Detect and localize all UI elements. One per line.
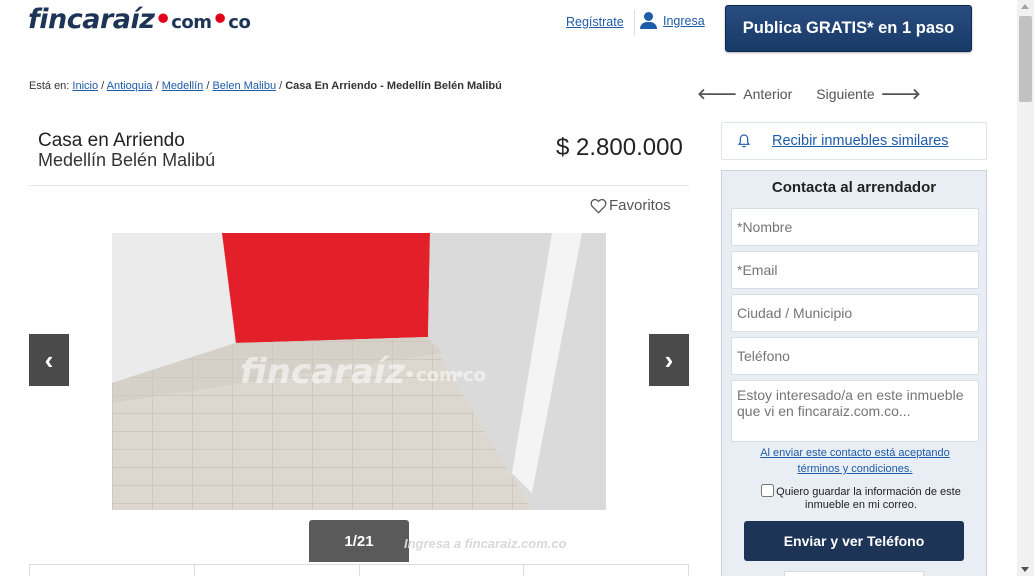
arrow-left-icon: 🡐 [697, 86, 738, 103]
listing-tab[interactable] [360, 565, 525, 576]
breadcrumb-prefix: Está en: [29, 80, 70, 92]
message-field[interactable] [731, 380, 979, 442]
chevron-left-icon: ‹ [44, 344, 54, 375]
login-link[interactable]: Ingresa [640, 12, 705, 29]
photo-watermark: fincaraíz [240, 352, 405, 392]
city-field[interactable] [731, 294, 979, 332]
name-field[interactable] [731, 208, 979, 246]
next-label: Siguiente [816, 85, 875, 102]
page-scrollbar[interactable] [1017, 0, 1034, 576]
gallery-prev-button[interactable]: ‹ [29, 334, 69, 386]
scroll-down-icon[interactable] [1021, 567, 1029, 572]
logo-co-text: co [228, 12, 251, 33]
listing-tab[interactable] [30, 565, 195, 576]
scrollbar-thumb[interactable] [1019, 16, 1032, 102]
breadcrumb-item-antioquia[interactable]: Antioquia [107, 80, 153, 92]
register-link[interactable]: Regístrate [566, 15, 624, 29]
email-field[interactable] [731, 251, 979, 289]
property-price: $ 2.800.000 [556, 134, 683, 161]
photo-counter: 1/21 [309, 520, 409, 562]
scroll-up-icon[interactable] [1021, 4, 1029, 9]
similar-listings-box[interactable]: Recibir inmuebles similares [721, 122, 987, 160]
login-label: Ingresa [663, 13, 705, 28]
previous-label: Anterior [743, 85, 793, 102]
terms-link[interactable]: Al enviar este contacto está aceptando t… [742, 445, 968, 477]
arrow-right-icon: 🡒 [880, 86, 921, 103]
gallery-next-button[interactable]: › [649, 334, 689, 386]
phone-field[interactable] [731, 337, 979, 375]
chevron-right-icon: › [664, 344, 674, 375]
logo-com-text: com [171, 12, 212, 33]
breadcrumb-item-medellin[interactable]: Medellín [162, 80, 204, 92]
similar-listings-link[interactable]: Recibir inmuebles similares [772, 133, 948, 149]
previous-link[interactable]: 🡐 Anterior [697, 84, 793, 104]
save-info-checkbox[interactable] [761, 484, 775, 497]
listing-tab[interactable] [524, 565, 688, 576]
site-logo[interactable]: fincaraíz•com•co [28, 4, 251, 35]
favorites-button[interactable]: Favoritos [590, 197, 671, 214]
breadcrumb-item-inicio[interactable]: Inicio [72, 80, 98, 92]
publish-free-button[interactable]: Publica GRATIS* en 1 paso [725, 5, 972, 52]
listing-tabs [29, 564, 689, 576]
room-photo-illustration: fincaraíz • com • co [112, 233, 606, 510]
thumbnail-watermark: Ingresa a fincaraiz.com.co [404, 536, 567, 551]
breadcrumb: Está en: Inicio / Antioquia / Medellín /… [29, 80, 502, 92]
user-icon [640, 12, 657, 29]
listing-pagination: 🡐 Anterior Siguiente 🡒 [697, 84, 921, 104]
bell-icon [737, 134, 751, 148]
save-info-label: Quiero guardar la información de este in… [776, 486, 961, 511]
heart-icon [590, 198, 607, 214]
title-divider [29, 185, 689, 186]
logo-main-text: fincaraíz [28, 4, 155, 35]
send-and-view-phone-button[interactable]: Enviar y ver Teléfono [744, 521, 964, 561]
secondary-button[interactable] [784, 571, 924, 576]
property-type: Casa en Arriendo [38, 130, 185, 151]
property-photo[interactable]: fincaraíz • com • co [112, 233, 606, 510]
listing-tab[interactable] [195, 565, 360, 576]
svg-text:com: com [416, 365, 458, 386]
svg-text:co: co [463, 365, 486, 386]
contact-form: Contacta al arrendador Al enviar este co… [721, 170, 987, 576]
breadcrumb-current: Casa En Arriendo - Medellín Belén Malibú [285, 80, 502, 92]
svg-text:•: • [404, 365, 416, 386]
favorites-label: Favoritos [609, 197, 671, 214]
breadcrumb-item-belen-malibu[interactable]: Belen Malibu [212, 80, 276, 92]
save-info-option: Quiero guardar la información de este in… [746, 484, 976, 512]
contact-title: Contacta al arrendador [771, 179, 937, 196]
next-link[interactable]: Siguiente 🡒 [816, 84, 921, 104]
header-divider [634, 10, 635, 36]
property-location: Medellín Belén Malibú [38, 150, 216, 170]
